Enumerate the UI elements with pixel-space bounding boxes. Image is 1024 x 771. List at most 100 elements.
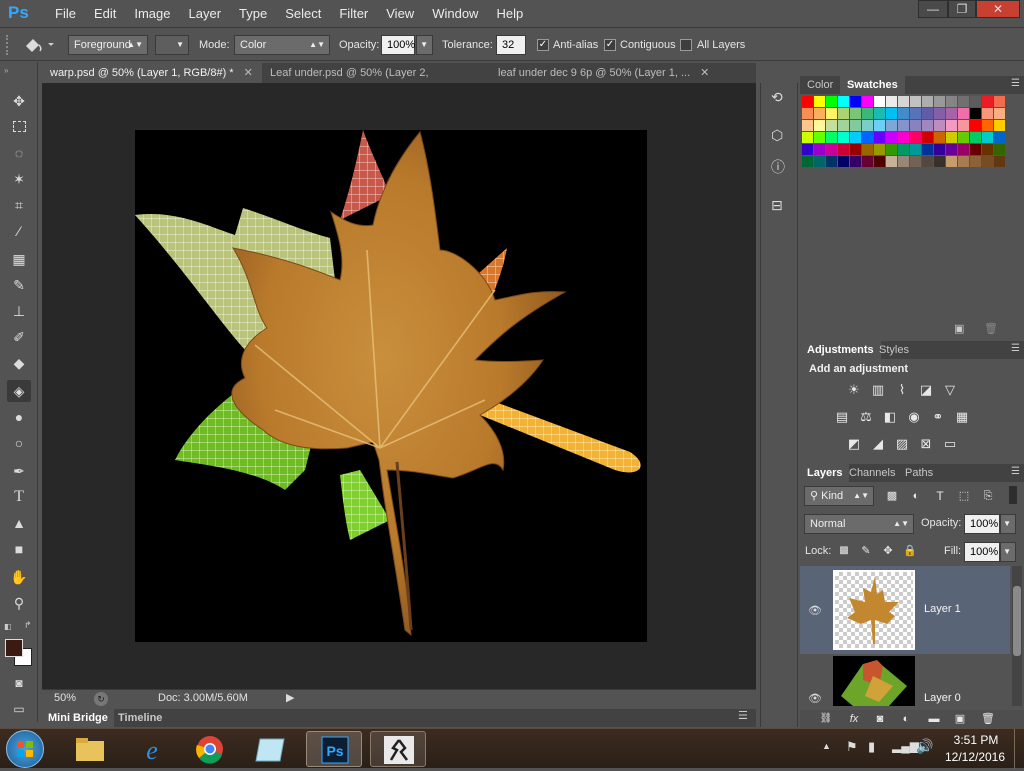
swatch-72[interactable] [838, 144, 849, 155]
swatch-34[interactable] [994, 108, 1005, 119]
tab-warp[interactable]: warp.psd @ 50% (Layer 1, RGB/8#) * ✕ [42, 63, 262, 83]
swatch-42[interactable] [886, 120, 897, 131]
menu-layer[interactable]: Layer [180, 0, 231, 28]
curves-adjust-icon[interactable]: ⌇ [892, 381, 912, 399]
lock-all-icon[interactable]: 🔒 [900, 542, 920, 560]
swatch-63[interactable] [934, 132, 945, 143]
menu-filter[interactable]: Filter [330, 0, 377, 28]
swatch-26[interactable] [898, 108, 909, 119]
swatch-67[interactable] [982, 132, 993, 143]
swatch-31[interactable] [958, 108, 969, 119]
new-layer-icon[interactable]: ▣ [950, 710, 970, 728]
brightness-adjust-icon[interactable]: ☀ [844, 381, 864, 399]
swatch-85[interactable] [994, 144, 1005, 155]
type-tool-icon[interactable]: T [7, 486, 31, 508]
history-panel-icon[interactable]: ⟲ [771, 89, 783, 106]
swatch-32[interactable] [970, 108, 981, 119]
clone-stamp-tool-icon[interactable]: ⊥ [7, 300, 31, 322]
tab-leaf-under-dec[interactable]: leaf under dec 9 6p @ 50% (Layer 1, ... ✕ [490, 63, 718, 83]
swatch-2[interactable] [814, 96, 825, 107]
show-desktop-button[interactable] [1014, 729, 1024, 769]
levels-adjust-icon[interactable]: ▥ [868, 381, 888, 399]
swatch-19[interactable] [814, 108, 825, 119]
close-icon[interactable]: ✕ [244, 67, 253, 79]
swatch-100[interactable] [970, 156, 981, 167]
swatch-9[interactable] [898, 96, 909, 107]
toolbar-collapse-icon[interactable]: » [4, 66, 34, 75]
swatch-62[interactable] [922, 132, 933, 143]
fill-input[interactable]: 100% [964, 542, 1000, 562]
layer-opacity-slider-toggle[interactable]: ▼ [1000, 514, 1016, 534]
internet-explorer-taskbar-icon[interactable]: e [124, 731, 180, 767]
layer-filter-kind-dropdown[interactable]: ⚲ Kind ▲▼ [804, 486, 874, 506]
swatch-18[interactable] [802, 108, 813, 119]
swatch-97[interactable] [934, 156, 945, 167]
swatch-70[interactable] [814, 144, 825, 155]
move-tool-icon[interactable]: ✥ [7, 90, 31, 112]
filter-type-icon[interactable]: T [930, 487, 950, 505]
swatch-92[interactable] [874, 156, 885, 167]
swatch-40[interactable] [862, 120, 873, 131]
volume-icon[interactable]: 🔊 [916, 738, 933, 755]
adjustments-menu-icon[interactable]: ☰ [1011, 343, 1020, 354]
3d-panel-icon[interactable]: ⬡ [771, 127, 783, 144]
restore-button[interactable]: ❐ [948, 0, 976, 18]
chrome-taskbar-icon[interactable] [182, 731, 238, 767]
swatch-52[interactable] [802, 132, 813, 143]
swatch-71[interactable] [826, 144, 837, 155]
swatch-20[interactable] [826, 108, 837, 119]
swatch-4[interactable] [838, 96, 849, 107]
swatch-12[interactable] [934, 96, 945, 107]
new-adjustment-layer-icon[interactable]: ◐ [896, 710, 916, 728]
swatch-80[interactable] [934, 144, 945, 155]
swatch-79[interactable] [922, 144, 933, 155]
clock-date[interactable]: 12/12/2016 [940, 750, 1010, 764]
healing-brush-tool-icon[interactable]: ▦ [7, 248, 31, 270]
pattern-picker[interactable]: ▼ [155, 35, 189, 55]
opacity-slider-toggle[interactable]: ▼ [416, 35, 433, 55]
swatch-21[interactable] [838, 108, 849, 119]
swatch-24[interactable] [874, 108, 885, 119]
close-icon[interactable]: ✕ [700, 67, 709, 79]
eye-icon[interactable]: 👁 [808, 692, 822, 705]
swatch-66[interactable] [970, 132, 981, 143]
all-layers-checkbox[interactable] [680, 39, 692, 52]
swatch-41[interactable] [874, 120, 885, 131]
tab-adjustments[interactable]: Adjustments [800, 341, 881, 359]
swatch-61[interactable] [910, 132, 921, 143]
tab-swatches[interactable]: Swatches [840, 76, 905, 94]
default-colors-icon[interactable]: ◧ [4, 622, 14, 632]
swatch-30[interactable] [946, 108, 957, 119]
share-icon[interactable]: ↻ [94, 692, 108, 706]
color-balance-adjust-icon[interactable]: ⚖ [856, 408, 876, 426]
vibrance-adjust-icon[interactable]: ▽ [940, 381, 960, 399]
swatch-36[interactable] [814, 120, 825, 131]
swatch-17[interactable] [994, 96, 1005, 107]
blur-tool-icon[interactable]: ● [7, 406, 31, 428]
swatch-16[interactable] [982, 96, 993, 107]
swatch-35[interactable] [802, 120, 813, 131]
layers-menu-icon[interactable]: ☰ [1011, 466, 1020, 477]
quick-mask-icon[interactable]: ◙ [7, 672, 31, 694]
properties-panel-icon[interactable]: ⊟ [771, 197, 783, 214]
swatch-33[interactable] [982, 108, 993, 119]
swatch-51[interactable] [994, 120, 1005, 131]
swatch-53[interactable] [814, 132, 825, 143]
swatch-98[interactable] [946, 156, 957, 167]
start-button[interactable] [6, 730, 44, 768]
swatch-11[interactable] [922, 96, 933, 107]
close-window-button[interactable]: ✕ [976, 0, 1020, 18]
swatch-46[interactable] [934, 120, 945, 131]
swatch-102[interactable] [994, 156, 1005, 167]
document-canvas[interactable] [135, 130, 647, 642]
swatch-1[interactable] [802, 96, 813, 107]
swatch-64[interactable] [946, 132, 957, 143]
gradient-map-adjust-icon[interactable]: ▭ [940, 435, 960, 453]
screen-mode-icon[interactable]: ▭ [7, 698, 31, 720]
swatch-43[interactable] [898, 120, 909, 131]
delete-swatch-icon[interactable]: 🗑 [984, 322, 998, 335]
power-icon[interactable]: ▮ [868, 739, 875, 755]
swatch-3[interactable] [826, 96, 837, 107]
clock-time[interactable]: 3:51 PM [944, 733, 1008, 747]
layer-1-name[interactable]: Layer 1 [924, 603, 961, 615]
